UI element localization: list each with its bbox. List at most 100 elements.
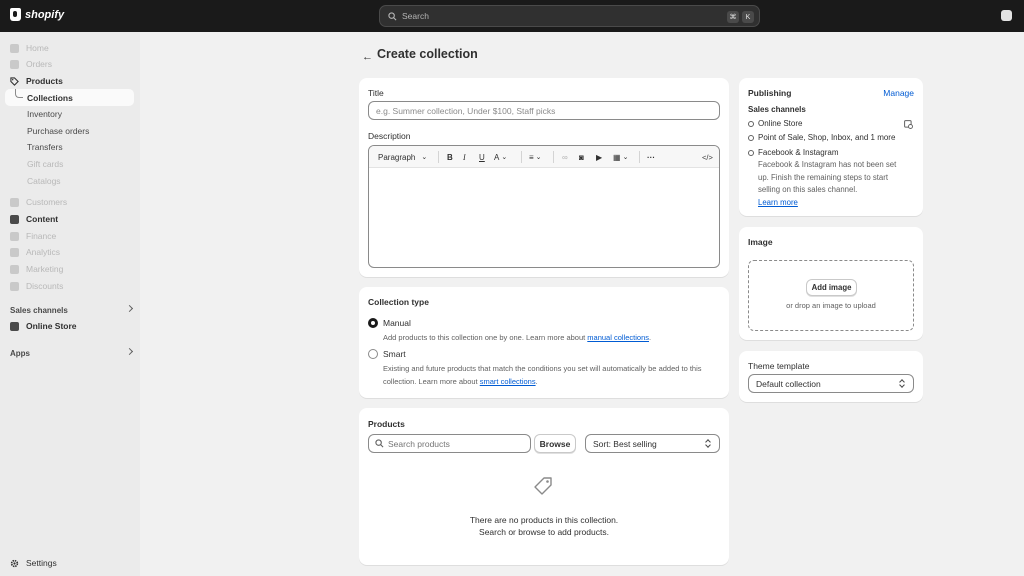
theme-template-select[interactable]: Default collection xyxy=(748,374,914,393)
search-icon xyxy=(388,11,397,20)
content-icon xyxy=(10,214,19,224)
publishing-heading: Publishing xyxy=(748,88,792,98)
channel-facebook-instagram: Facebook & Instagram xyxy=(758,148,839,157)
image-dropzone[interactable]: Add image or drop an image to upload xyxy=(748,260,914,331)
channel-status-icon xyxy=(748,150,754,156)
shopify-bag-icon xyxy=(10,8,21,21)
title-input[interactable] xyxy=(368,101,720,120)
schedule-icon[interactable] xyxy=(904,119,913,129)
text-color-icon[interactable]: A ⌄ xyxy=(494,151,507,163)
product-search-field[interactable] xyxy=(368,434,531,453)
sidebar-item-discounts[interactable]: Discounts xyxy=(10,278,63,294)
title-description-card: Title Description Paragraph ⌄ B I U A⌄ ≡… xyxy=(359,78,729,277)
shortcut-cmd-key: ⌘ xyxy=(727,11,739,23)
page-title: Create collection xyxy=(377,47,478,61)
paragraph-format-dropdown[interactable]: Paragraph ⌄ xyxy=(378,151,427,163)
manage-link[interactable]: Manage xyxy=(883,88,914,98)
image-heading: Image xyxy=(748,237,773,247)
video-icon[interactable]: ▶ xyxy=(596,151,602,163)
products-empty-state: There are no products in this collection… xyxy=(469,515,619,537)
sidebar-item-home[interactable]: Home xyxy=(10,40,49,56)
add-image-button[interactable]: Add image xyxy=(806,279,857,296)
products-heading: Products xyxy=(368,419,405,429)
sidebar: Home Orders Products Collections Invento… xyxy=(0,32,140,576)
back-arrow-icon[interactable]: ← xyxy=(362,51,373,63)
orders-icon xyxy=(10,59,19,69)
select-arrows-icon xyxy=(900,379,905,388)
italic-icon[interactable]: I xyxy=(463,151,466,163)
apps-header[interactable]: Apps xyxy=(10,346,134,360)
channel-online-store: Online Store xyxy=(758,119,803,128)
theme-template-card: Theme template Default collection xyxy=(739,351,923,402)
sidebar-item-customers[interactable]: Customers xyxy=(10,194,67,210)
global-search[interactable]: ⌘ K xyxy=(379,5,760,27)
bold-icon[interactable]: B xyxy=(447,151,453,163)
smart-help-text: Existing and future products that match … xyxy=(383,364,702,386)
sidebar-item-collections[interactable]: Collections xyxy=(27,90,73,106)
description-label: Description xyxy=(368,131,411,141)
discount-icon xyxy=(10,281,19,291)
toolbar-divider xyxy=(553,151,554,163)
sidebar-item-inventory[interactable]: Inventory xyxy=(27,106,62,122)
sidebar-item-analytics[interactable]: Analytics xyxy=(10,244,60,260)
bank-icon xyxy=(10,231,19,241)
sales-channels-header[interactable]: Sales channels xyxy=(10,303,134,317)
top-bar: shopify ⌘ K xyxy=(0,0,1024,32)
storefront-icon xyxy=(10,321,19,331)
code-view-icon[interactable]: </> xyxy=(702,151,713,163)
sort-select[interactable]: Sort: Best selling xyxy=(585,434,720,453)
sidebar-item-products[interactable]: Products xyxy=(10,73,63,89)
table-icon[interactable]: ▦ ⌄ xyxy=(613,151,628,163)
collection-type-heading: Collection type xyxy=(368,297,429,307)
manual-help-text: Add products to this collection one by o… xyxy=(383,333,652,342)
smart-collections-link[interactable]: smart collections xyxy=(480,377,536,386)
gear-icon xyxy=(10,559,19,567)
chevron-right-icon xyxy=(125,347,134,356)
sidebar-item-transfers[interactable]: Transfers xyxy=(27,139,63,155)
image-card: Image Add image or drop an image to uplo… xyxy=(739,227,923,340)
theme-template-label: Theme template xyxy=(748,361,810,371)
select-arrows-icon xyxy=(706,439,711,448)
smart-label[interactable]: Smart xyxy=(383,349,406,359)
manual-radio[interactable] xyxy=(368,318,378,328)
tag-icon xyxy=(534,477,552,495)
channel-pos: Point of Sale, Shop, Inbox, and 1 more xyxy=(758,133,896,142)
target-icon xyxy=(10,264,19,274)
toolbar-divider xyxy=(521,151,522,163)
manual-label[interactable]: Manual xyxy=(383,318,411,328)
link-icon[interactable]: ∞ xyxy=(562,151,568,163)
browse-button[interactable]: Browse xyxy=(534,434,576,453)
shopify-logo[interactable]: shopify xyxy=(10,8,64,21)
align-icon[interactable]: ≡ ⌄ xyxy=(529,151,542,163)
sidebar-item-settings[interactable]: Settings xyxy=(10,555,57,571)
more-options-icon[interactable]: ··· xyxy=(647,151,655,163)
sidebar-item-online-store[interactable]: Online Store xyxy=(10,318,77,334)
learn-more-link[interactable]: Learn more xyxy=(758,197,896,210)
sidebar-item-content[interactable]: Content xyxy=(10,211,58,227)
chart-icon xyxy=(10,247,19,257)
sidebar-item-marketing[interactable]: Marketing xyxy=(10,261,63,277)
search-icon xyxy=(375,439,384,448)
store-avatar-icon[interactable] xyxy=(1001,10,1012,21)
sidebar-item-catalogs[interactable]: Catalogs xyxy=(27,173,61,189)
sidebar-item-gift-cards[interactable]: Gift cards xyxy=(27,156,63,172)
products-card: Products Browse Sort: Best selling There… xyxy=(359,408,729,565)
channel-status-icon xyxy=(748,135,754,141)
smart-radio[interactable] xyxy=(368,349,378,359)
sidebar-item-purchase-orders[interactable]: Purchase orders xyxy=(27,123,89,139)
toolbar-divider xyxy=(438,151,439,163)
facebook-setup-note: Facebook & Instagram has not been set up… xyxy=(758,159,896,209)
image-icon[interactable]: ◙ xyxy=(579,151,584,163)
underline-icon[interactable]: U xyxy=(479,151,485,163)
toolbar-divider xyxy=(639,151,640,163)
manual-collections-link[interactable]: manual collections xyxy=(587,333,649,342)
global-search-input[interactable] xyxy=(402,11,702,21)
drop-image-text: or drop an image to upload xyxy=(786,301,876,310)
product-search-input[interactable] xyxy=(388,438,528,449)
brand-name: shopify xyxy=(25,8,65,21)
home-icon xyxy=(10,43,19,53)
chevron-down-icon: ⌄ xyxy=(421,154,428,161)
sidebar-item-finance[interactable]: Finance xyxy=(10,228,56,244)
description-editor[interactable]: Paragraph ⌄ B I U A ⌄ ≡ ⌄ ∞ ◙ ▶ ▦ ⌄ ··· </> xyxy=(368,145,720,268)
sidebar-item-orders[interactable]: Orders xyxy=(10,56,52,72)
